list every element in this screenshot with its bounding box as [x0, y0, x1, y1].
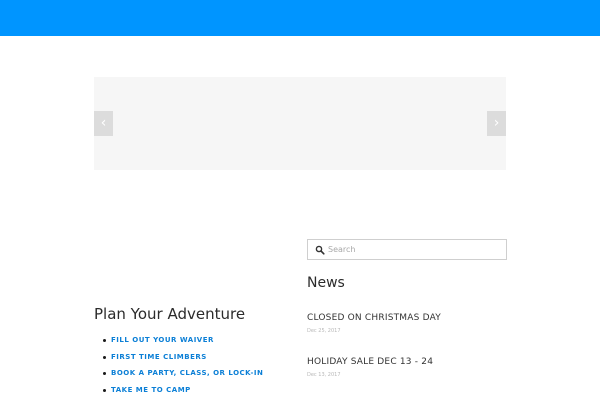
take-me-to-camp-link[interactable]: TAKE ME TO CAMP: [111, 386, 191, 394]
list-item: FILL OUT YOUR WAIVER: [94, 332, 294, 349]
search-box: [307, 239, 507, 260]
fill-out-waiver-link[interactable]: FILL OUT YOUR WAIVER: [111, 336, 214, 344]
slider-next-button[interactable]: ›: [487, 111, 506, 136]
bullet-icon: [103, 372, 106, 375]
book-party-class-link[interactable]: BOOK A PARTY, CLASS, OR LOCK-IN: [111, 369, 263, 377]
plan-your-adventure-section: Plan Your Adventure FILL OUT YOUR WAIVER…: [94, 304, 294, 398]
first-time-climbers-link[interactable]: FIRST TIME CLIMBERS: [111, 353, 207, 361]
list-item: BOOK A PARTY, CLASS, OR LOCK-IN: [94, 365, 294, 382]
news-item-date: Dec 13, 2017: [307, 372, 341, 378]
plan-title: Plan Your Adventure: [94, 305, 246, 323]
site-header-bar: [0, 0, 600, 36]
news-item: CLOSED ON CHRISTMAS DAY Dec 25, 2017: [307, 312, 507, 334]
bullet-icon: [103, 355, 106, 359]
news-item-date: Dec 25, 2017: [307, 328, 341, 334]
plan-link-list: FILL OUT YOUR WAIVER FIRST TIME CLIMBERS…: [94, 332, 294, 398]
list-item: TAKE ME TO CAMP: [94, 382, 294, 399]
slider-prev-button[interactable]: ‹: [94, 111, 113, 136]
news-item-title-link[interactable]: CLOSED ON CHRISTMAS DAY: [307, 312, 507, 324]
news-section: News CLOSED ON CHRISTMAS DAY Dec 25, 201…: [307, 274, 507, 378]
bullet-icon: [103, 388, 106, 392]
search-icon[interactable]: [315, 245, 325, 255]
image-slider: ‹ ›: [94, 77, 506, 170]
chevron-left-icon: ‹: [100, 115, 107, 131]
list-item: FIRST TIME CLIMBERS: [94, 349, 294, 366]
bullet-icon: [103, 339, 106, 342]
search-input[interactable]: [328, 242, 498, 257]
news-item-title-link[interactable]: HOLIDAY SALE DEC 13 - 24: [307, 356, 507, 368]
chevron-right-icon: ›: [493, 115, 500, 131]
news-title: News: [307, 275, 345, 291]
news-item: HOLIDAY SALE DEC 13 - 24 Dec 13, 2017: [307, 356, 507, 378]
